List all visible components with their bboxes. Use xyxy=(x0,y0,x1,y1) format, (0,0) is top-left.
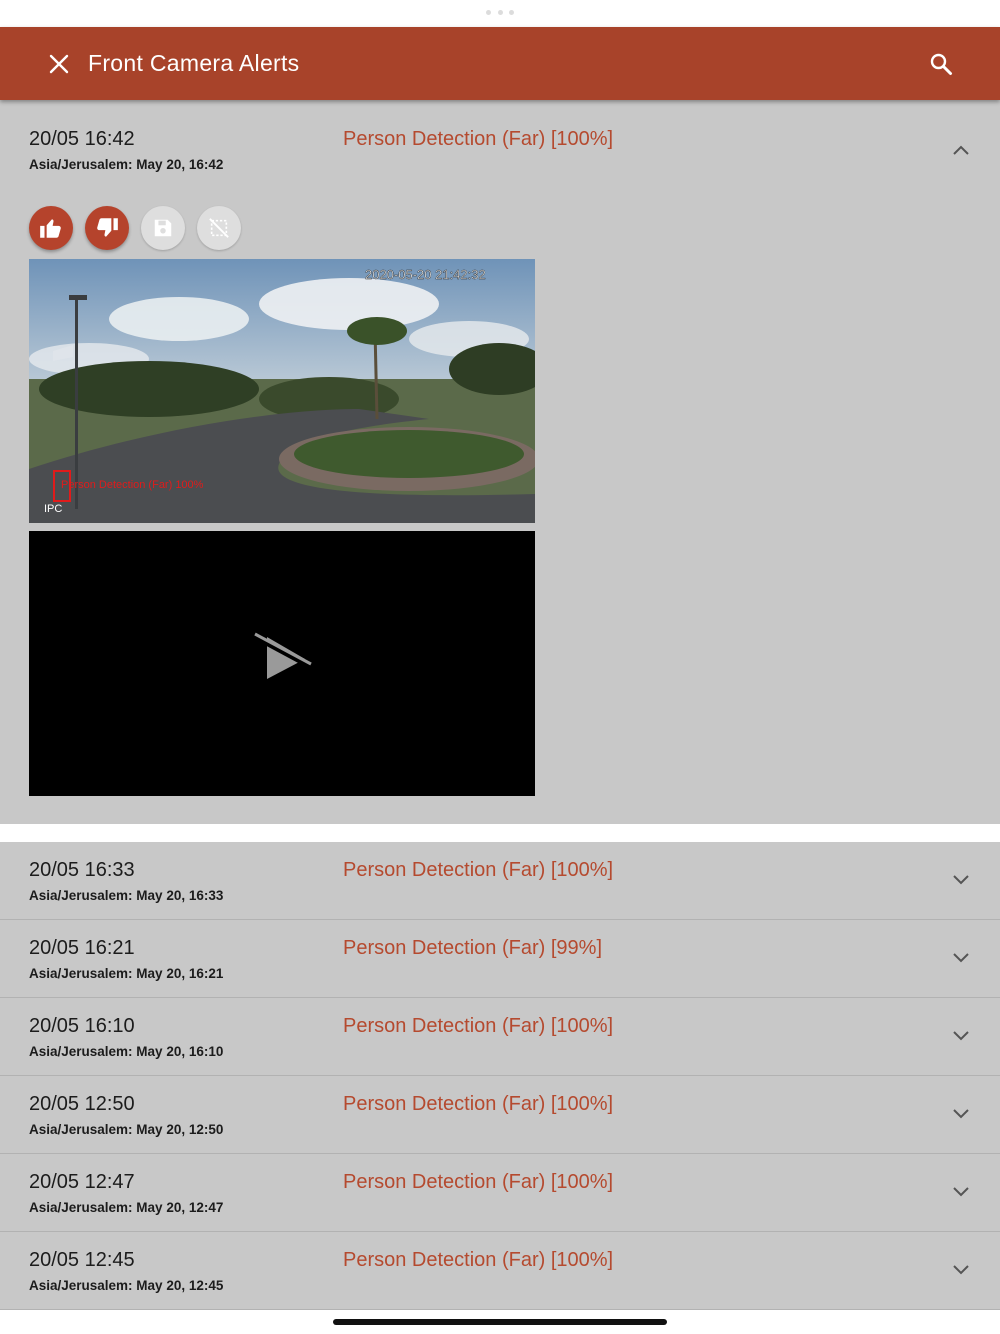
app-bar: Front Camera Alerts xyxy=(0,27,1000,100)
alert-title: Person Detection (Far) [100%] xyxy=(343,1015,614,1037)
alert-row[interactable]: 20/05 12:50 Asia/Jerusalem: May 20, 12:5… xyxy=(0,1076,1000,1154)
alert-row[interactable]: 20/05 16:10 Asia/Jerusalem: May 20, 16:1… xyxy=(0,998,1000,1076)
alert-snapshot[interactable]: 2020-05-20 21:42:32 Person Detection (Fa… xyxy=(29,259,535,523)
page-title: Front Camera Alerts xyxy=(88,50,300,76)
home-indicator xyxy=(333,1319,667,1325)
alert-time: 20/05 12:50 xyxy=(29,1093,135,1115)
alert-title: Person Detection (Far) [100%] xyxy=(343,1171,614,1193)
save-button[interactable] xyxy=(141,206,185,250)
alert-timezone: Asia/Jerusalem: May 20, 16:33 xyxy=(29,888,224,903)
alert-time: 20/05 16:21 xyxy=(29,937,135,959)
top-grabber xyxy=(486,10,514,16)
alert-title: Person Detection (Far) [100%] xyxy=(343,859,614,881)
collapse-button[interactable] xyxy=(948,137,974,163)
chevron-up-icon xyxy=(953,145,969,155)
close-button[interactable] xyxy=(44,49,74,79)
clear-selection-button[interactable] xyxy=(197,206,241,250)
chevron-down-icon xyxy=(953,1109,969,1119)
alert-timezone: Asia/Jerusalem: May 20, 16:42 xyxy=(29,157,224,172)
close-icon xyxy=(49,54,69,74)
chevron-down-icon xyxy=(953,1031,969,1041)
detection-overlay: Person Detection (Far) 100% xyxy=(61,479,204,491)
expand-button[interactable] xyxy=(948,1257,974,1283)
no-selection-icon xyxy=(209,218,229,238)
thumbs-up-icon xyxy=(40,219,61,238)
alert-time: 20/05 12:45 xyxy=(29,1249,135,1271)
chevron-down-icon xyxy=(953,953,969,963)
alert-timezone: Asia/Jerusalem: May 20, 12:50 xyxy=(29,1122,224,1137)
expand-button[interactable] xyxy=(948,1023,974,1049)
alert-expanded: 20/05 16:42 Asia/Jerusalem: May 20, 16:4… xyxy=(0,100,1000,824)
alert-title: Person Detection (Far) [100%] xyxy=(343,128,614,150)
alert-time: 20/05 16:42 xyxy=(29,128,135,150)
alert-timezone: Asia/Jerusalem: May 20, 12:45 xyxy=(29,1278,224,1293)
alert-time: 20/05 12:47 xyxy=(29,1171,135,1193)
video-unavailable-icon xyxy=(253,632,313,679)
chevron-down-icon xyxy=(953,1265,969,1275)
search-button[interactable] xyxy=(924,47,958,81)
alert-row[interactable]: 20/05 12:45 Asia/Jerusalem: May 20, 12:4… xyxy=(0,1232,1000,1310)
alert-title: Person Detection (Far) [99%] xyxy=(343,937,602,959)
list-gap xyxy=(0,824,1000,842)
chevron-down-icon xyxy=(953,875,969,885)
thumbs-up-button[interactable] xyxy=(29,206,73,250)
chevron-down-icon xyxy=(953,1187,969,1197)
save-icon xyxy=(154,219,172,237)
camera-scene: 2020-05-20 21:42:32 Person Detection (Fa… xyxy=(29,259,535,523)
alert-title: Person Detection (Far) [100%] xyxy=(343,1093,614,1115)
thumbs-down-button[interactable] xyxy=(85,206,129,250)
alert-timezone: Asia/Jerusalem: May 20, 12:47 xyxy=(29,1200,224,1215)
search-icon xyxy=(930,53,952,75)
expand-button[interactable] xyxy=(948,1101,974,1127)
timestamp-overlay: 2020-05-20 21:42:32 xyxy=(365,267,486,282)
alert-time: 20/05 16:10 xyxy=(29,1015,135,1037)
alert-time: 20/05 16:33 xyxy=(29,859,135,881)
alert-row[interactable]: 20/05 16:33 Asia/Jerusalem: May 20, 16:3… xyxy=(0,842,1000,920)
thumbs-down-icon xyxy=(97,218,118,237)
expand-button[interactable] xyxy=(948,1179,974,1205)
alert-timezone: Asia/Jerusalem: May 20, 16:21 xyxy=(29,966,224,981)
expand-button[interactable] xyxy=(948,867,974,893)
alert-timezone: Asia/Jerusalem: May 20, 16:10 xyxy=(29,1044,224,1059)
expand-button[interactable] xyxy=(948,945,974,971)
alert-row[interactable]: 20/05 16:21 Asia/Jerusalem: May 20, 16:2… xyxy=(0,920,1000,998)
alert-row[interactable]: 20/05 12:47 Asia/Jerusalem: May 20, 12:4… xyxy=(0,1154,1000,1232)
camera-watermark: IPC xyxy=(44,503,62,515)
alert-title: Person Detection (Far) [100%] xyxy=(343,1249,614,1271)
video-player[interactable] xyxy=(29,531,535,796)
